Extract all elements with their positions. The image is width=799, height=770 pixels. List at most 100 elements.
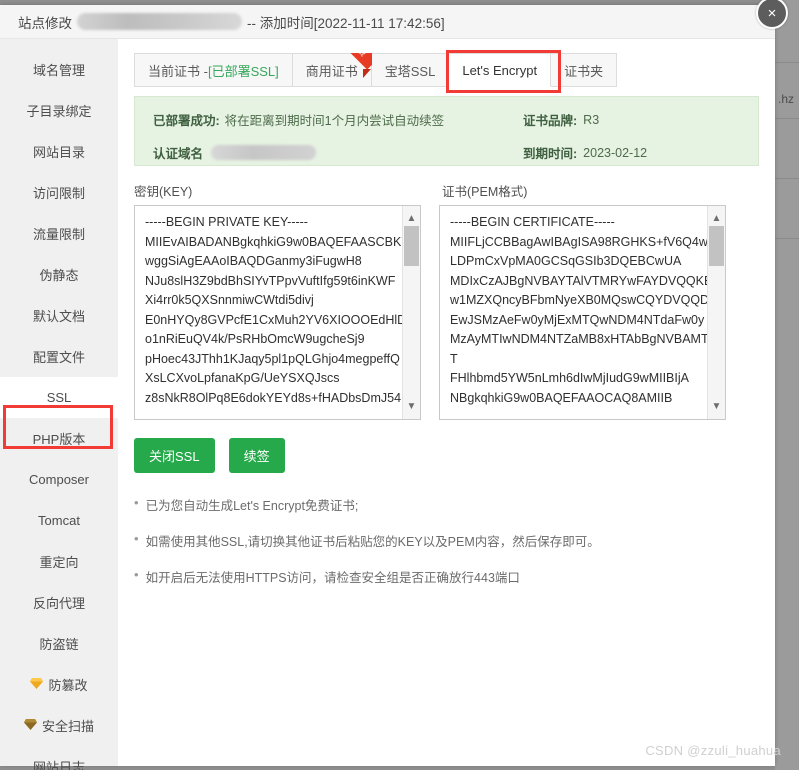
sidebar-item-label: 防篡改 [48,678,88,693]
sidebar-item-subdirectory-binding[interactable]: 子目录绑定 [0,90,118,131]
dialog-title-suffix: -- 添加时间[2022-11-11 17:42:56] [247,15,445,31]
site-modify-dialog: 站点修改 -- 添加时间[2022-11-11 17:42:56] × 域名管理… [0,0,788,770]
certificate-status-panel: 已部署成功: 将在距离到期时间1个月内尝试自动续签 认证域名 证书品牌: R3 [134,96,759,166]
list-item: • 如开启后无法使用HTTPS访问，请检查安全组是否正确放行443端口 [134,567,759,586]
tab-label: 商用证书 [305,63,358,79]
redacted-auth-domain [211,145,317,160]
tab-label: 宝塔SSL [384,63,436,79]
sidebar-item-label: 默认文档 [32,309,85,324]
private-key-textarea[interactable]: -----BEGIN PRIVATE KEY----- MIIEvAIBADAN… [134,205,421,420]
sidebar-item-label: 网站目录 [32,145,85,160]
sidebar-item-label: 子目录绑定 [26,104,92,119]
expiry-date-label: 到期时间: [523,147,578,161]
certificate-brand-label: 证书品牌: [523,114,578,128]
sidebar-item-label: 访问限制 [32,186,85,201]
bullet-icon: • [134,567,139,582]
ssl-content-panel: 当前证书 - [已部署SSL] 商用证书 免费 宝塔SSL [118,39,775,766]
help-notes-list: • 已为您自动生成Let's Encrypt免费证书; • 如需使用其他SSL,… [134,495,759,586]
note-text: 如需使用其他SSL,请切换其他证书后粘贴您的KEY以及PEM内容，然后保存即可。 [145,535,600,549]
scrollbar-thumb[interactable] [404,226,419,266]
sidebar-item-reverse-proxy[interactable]: 反向代理 [0,582,118,623]
sidebar-item-label: Composer [29,472,89,487]
redacted-site-name [77,13,242,30]
sidebar-item-label: 安全扫描 [41,719,94,734]
sidebar-item-label: SSL [46,390,72,405]
dialog-title-prefix: 站点修改 [18,15,72,31]
sidebar-item-label: 防盗链 [39,637,79,652]
watermark: CSDN @zzuli_huahua [645,743,781,758]
close-ssl-button[interactable]: 关闭SSL [134,438,215,473]
sidebar-item-ssl[interactable]: SSL [0,377,118,418]
cert-field-label: 证书(PEM格式) [442,185,528,199]
sidebar-item-label: 伪静态 [39,268,79,283]
note-text: 如开启后无法使用HTTPS访问，请检查安全组是否正确放行443端口 [145,571,520,585]
sidebar-item-rewrite[interactable]: 伪静态 [0,254,118,295]
sidebar-item-php-version[interactable]: PHP版本 [0,418,118,459]
ssl-tab-bar: 当前证书 - [已部署SSL] 商用证书 免费 宝塔SSL [134,50,759,93]
field-labels-row: 密钥(KEY) 证书(PEM格式) [134,181,759,200]
tab-bt-ssl[interactable]: 宝塔SSL [371,53,450,87]
action-buttons-row: 关闭SSL 续签 [134,438,759,473]
certificate-pem-scrollbar[interactable]: ▲ ▼ [707,206,725,419]
sidebar-item-composer[interactable]: Composer [0,459,118,500]
sidebar-item-label: Tomcat [38,513,80,528]
gem-icon [23,719,37,732]
deploy-status-value: 将在距离到期时间1个月内尝试自动续签 [224,114,445,128]
list-item: • 如需使用其他SSL,请切换其他证书后粘贴您的KEY以及PEM内容，然后保存即… [134,531,759,550]
chevron-down-icon[interactable]: ▼ [407,394,417,420]
sidebar-item-security-scan[interactable]: 安全扫描 [0,705,118,746]
private-key-content: -----BEGIN PRIVATE KEY----- MIIEvAIBADAN… [145,215,410,405]
sidebar-item-site-directory[interactable]: 网站目录 [0,131,118,172]
sidebar-item-label: 网站日志 [32,760,85,770]
renew-button[interactable]: 续签 [228,438,285,473]
tab-current-certificate[interactable]: 当前证书 - [已部署SSL] [134,53,293,87]
certificate-brand-row: 证书品牌: R3 [523,110,647,129]
certificate-brand-value: R3 [583,112,600,127]
sidebar-item-site-log[interactable]: 网站日志 [0,746,118,770]
sidebar-item-config-file[interactable]: 配置文件 [0,336,118,377]
backdrop-right-column [775,0,799,770]
auth-domain-row: 认证域名 [153,143,523,162]
screenshot-root: .hz 站点修改 -- 添加时间[2022-11-11 17:42:56] × … [0,0,799,770]
list-item: • 已为您自动生成Let's Encrypt免费证书; [134,495,759,514]
sidebar-item-redirect[interactable]: 重定向 [0,541,118,582]
dialog-body: 域名管理 子目录绑定 网站目录 访问限制 流量限制 伪静态 默认文档 配置文件 … [0,39,775,770]
sidebar-item-default-document[interactable]: 默认文档 [0,295,118,336]
status-right-column: 证书品牌: R3 到期时间: 2023-02-12 [523,110,647,165]
tab-lets-encrypt[interactable]: Let's Encrypt [449,53,552,87]
gem-icon [30,678,44,691]
sidebar-item-anti-tamper[interactable]: 防篡改 [0,664,118,705]
status-left-column: 已部署成功: 将在距离到期时间1个月内尝试自动续签 认证域名 [153,110,523,165]
tab-deploy-status: [已部署SSL] [207,63,279,79]
sidebar-item-access-restriction[interactable]: 访问限制 [0,172,118,213]
deploy-status-row: 已部署成功: 将在距离到期时间1个月内尝试自动续签 [153,110,523,129]
deploy-status-label: 已部署成功: [153,114,220,128]
sidebar-item-label: 重定向 [39,555,79,570]
tab-label: Let's Encrypt [462,62,538,78]
bullet-icon: • [134,495,139,510]
sidebar-item-domain-management[interactable]: 域名管理 [0,49,118,90]
private-key-scrollbar[interactable]: ▲ ▼ [402,206,420,419]
tab-label: 当前证书 - [148,63,208,79]
sidebar-item-label: 配置文件 [32,350,85,365]
auth-domain-label: 认证域名 [153,147,204,161]
scrollbar-thumb[interactable] [709,226,724,266]
chevron-down-icon[interactable]: ▼ [712,394,722,420]
tab-certificate-folder[interactable]: 证书夹 [551,53,618,87]
expiry-date-value: 2023-02-12 [583,145,648,160]
bullet-icon: • [134,531,139,546]
certificate-pem-textarea[interactable]: -----BEGIN CERTIFICATE----- MIIFLjCCBBag… [439,205,726,420]
tab-label: 证书夹 [564,63,604,79]
sidebar-item-label: 域名管理 [32,63,85,78]
tab-commercial-certificate[interactable]: 商用证书 免费 [292,53,372,87]
sidebar-item-anti-leech[interactable]: 防盗链 [0,623,118,664]
sidebar-item-label: PHP版本 [32,432,86,447]
sidebar-item-traffic-limit[interactable]: 流量限制 [0,213,118,254]
dialog-header: 站点修改 -- 添加时间[2022-11-11 17:42:56] × [0,0,788,39]
certificate-fields-row: -----BEGIN PRIVATE KEY----- MIIEvAIBADAN… [134,205,759,420]
sidebar-item-label: 反向代理 [32,596,85,611]
note-text: 已为您自动生成Let's Encrypt免费证书; [145,499,359,513]
page-title: 站点修改 -- 添加时间[2022-11-11 17:42:56] [18,12,445,32]
sidebar: 域名管理 子目录绑定 网站目录 访问限制 流量限制 伪静态 默认文档 配置文件 … [0,39,118,770]
sidebar-item-tomcat[interactable]: Tomcat [0,500,118,541]
